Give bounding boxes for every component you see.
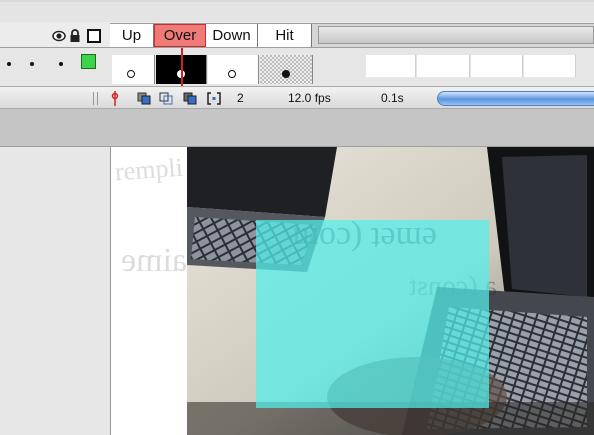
frame-label-header: Up Over Down Hit	[110, 23, 594, 47]
visibility-dot[interactable]	[30, 62, 34, 66]
frame-tab-label: Down	[212, 27, 251, 44]
keyframe-cell-hit[interactable]	[260, 55, 313, 84]
layer-header-icons	[0, 25, 108, 47]
resize-grip-icon[interactable]	[93, 92, 98, 105]
timeline-top-bar	[0, 0, 594, 22]
playhead-line[interactable]	[181, 48, 183, 87]
frame-tab-label: Over	[163, 27, 197, 44]
edit-bar	[0, 109, 594, 147]
blank-keyframe-icon	[127, 70, 135, 78]
frame-ruler	[318, 26, 594, 44]
lock-dot[interactable]	[59, 62, 63, 66]
lock-icon[interactable]	[68, 25, 82, 47]
edit-multiple-frames-icon[interactable]	[183, 92, 197, 105]
frame-tab-hit[interactable]: Hit	[258, 24, 312, 47]
elapsed-time: 0.1s	[381, 91, 404, 105]
frame-tab-over[interactable]: Over	[154, 24, 206, 47]
layer-color-swatch[interactable]	[81, 54, 96, 69]
onion-skin-outlines-icon[interactable]	[159, 92, 173, 105]
frame-cell[interactable]	[366, 55, 416, 77]
keyframe-icon	[282, 70, 290, 78]
center-frame-icon[interactable]	[110, 91, 120, 106]
frame-tab-down[interactable]: Down	[206, 24, 258, 47]
blank-keyframe-icon	[228, 70, 236, 78]
frame-cell[interactable]	[417, 55, 470, 77]
modify-onion-markers-icon[interactable]	[207, 92, 221, 105]
ghost-text: rempli	[114, 152, 184, 187]
outline-icon[interactable]	[86, 25, 102, 47]
current-frame: 2	[237, 91, 244, 105]
frame-tab-label: Up	[121, 27, 142, 44]
frame-rate[interactable]: 12.0 fps	[288, 91, 331, 105]
keyframe-cell-up[interactable]	[112, 55, 155, 84]
keyframe-cell-down[interactable]	[208, 55, 259, 84]
onion-skin-icon[interactable]	[137, 92, 151, 105]
frame-tab-label: Hit	[275, 27, 294, 44]
horizontal-scrollbar[interactable]	[437, 91, 594, 106]
ghost-text: aime	[121, 242, 188, 279]
frame-cell[interactable]	[471, 55, 523, 77]
stage[interactable]: rempli aime a	[111, 147, 594, 435]
frame-tab-up[interactable]: Up	[110, 24, 154, 47]
top-divider	[0, 0, 594, 2]
frame-cell[interactable]	[524, 55, 576, 77]
timeline-status-bar: 2 12.0 fps 0.1s	[0, 86, 594, 109]
pasteboard-left	[0, 147, 111, 435]
eye-icon[interactable]	[51, 25, 67, 47]
visibility-dot[interactable]	[7, 62, 11, 66]
layer-row[interactable]	[0, 47, 594, 87]
hit-area-shape[interactable]	[256, 220, 489, 408]
